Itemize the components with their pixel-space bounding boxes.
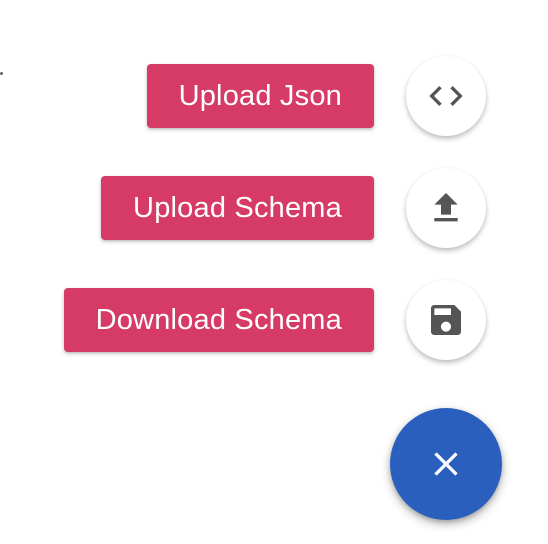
download-schema-label[interactable]: Download Schema: [63, 288, 374, 352]
upload-json-label[interactable]: Upload Json: [146, 64, 374, 128]
save-icon: [431, 305, 461, 335]
upload-icon: [434, 193, 458, 222]
speed-dial-action-upload-json: Upload Json: [146, 56, 486, 136]
speed-dial-close-button[interactable]: [390, 408, 502, 520]
download-schema-button[interactable]: [406, 280, 486, 360]
upload-schema-label[interactable]: Upload Schema: [101, 176, 374, 240]
speed-dial-action-upload-schema: Upload Schema: [101, 168, 486, 248]
upload-json-button[interactable]: [406, 56, 486, 136]
speed-dial: Upload Json Upload Schema Download Schem…: [0, 0, 548, 544]
speed-dial-action-download-schema: Download Schema: [63, 280, 486, 360]
close-icon: [434, 452, 458, 476]
upload-schema-button[interactable]: [406, 168, 486, 248]
app-canvas: Upload Json Upload Schema Download Schem…: [0, 0, 548, 544]
code-icon: [429, 86, 463, 106]
